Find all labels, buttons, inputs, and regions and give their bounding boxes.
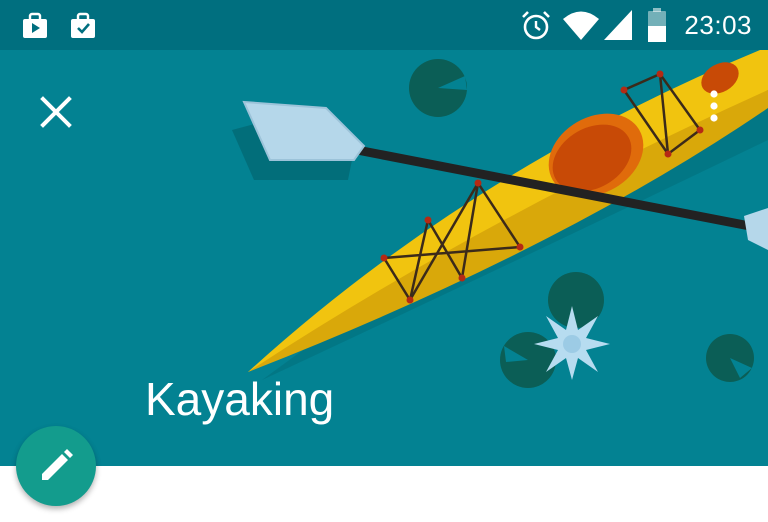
- cell-signal-icon: [604, 10, 632, 40]
- alarm-clock-icon: [522, 11, 550, 40]
- pencil-icon: [42, 449, 73, 480]
- status-bar: 23:03: [0, 0, 768, 50]
- briefcase-check-icon: [71, 12, 95, 38]
- more-vertical-icon[interactable]: [700, 86, 728, 130]
- battery-icon: [648, 8, 666, 42]
- hero-header: Kayaking: [0, 50, 768, 466]
- page-title: Kayaking: [145, 373, 335, 425]
- kayak-illustration: [232, 50, 768, 388]
- status-time: 23:03: [684, 10, 752, 40]
- play-store-bag-icon: [23, 12, 47, 38]
- edit-fab-button[interactable]: [16, 426, 96, 506]
- wifi-icon: [563, 11, 599, 40]
- close-icon[interactable]: [34, 90, 78, 134]
